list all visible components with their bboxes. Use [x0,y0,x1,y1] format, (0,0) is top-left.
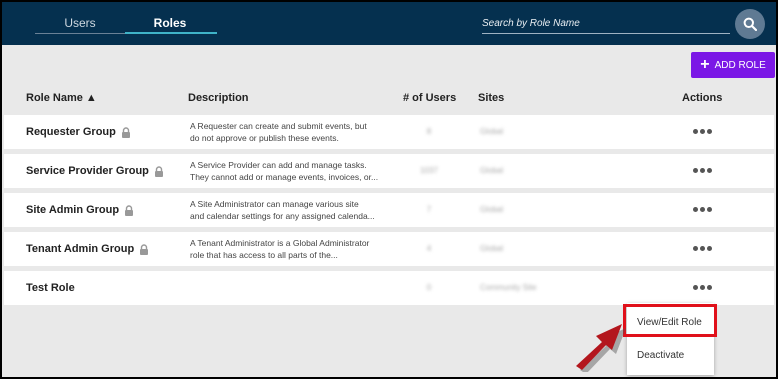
role-name-cell: Tenant Admin Group [26,243,149,255]
view-edit-role-menu-item[interactable]: View/Edit Role [623,304,717,337]
add-role-label: ADD ROLE [714,59,766,71]
description-line: A Site Administrator can manage various … [190,199,359,209]
deactivate-menu-item[interactable]: Deactivate [627,343,714,369]
role-description: A Site Administrator can manage various … [190,198,395,222]
role-name-cell: Site Admin Group [26,204,134,216]
lock-icon [140,243,149,255]
tab-users[interactable]: Users [35,16,125,30]
more-dots-icon[interactable] [690,279,714,295]
tab-roles[interactable]: Roles [125,16,215,30]
role-description: A Service Provider can add and manage ta… [190,159,395,183]
column-header-description: Description [188,92,249,104]
more-dots-icon[interactable] [690,240,714,256]
description-line: role that has access to all parts of the… [190,250,338,260]
role-name-cell: Requester Group [26,126,131,138]
description-line: and calendar settings for any assigned c… [190,211,375,221]
role-description: A Requester can create and submit events… [190,120,395,144]
add-role-button[interactable]: + ADD ROLE [691,52,775,78]
annotation-arrow-icon [576,324,626,372]
user-count: 4 [426,244,432,253]
search-button[interactable] [735,9,765,39]
actions-menu: View/Edit Role Deactivate [623,303,717,375]
lock-icon [121,126,130,138]
role-name-cell: Test Role [26,282,75,294]
user-count: 7 [426,205,432,214]
role-name: Tenant Admin Group [26,243,135,255]
table-row[interactable]: Test Role 0 Community Site [4,271,774,305]
more-dots-icon[interactable] [690,123,714,139]
user-count: 0 [426,283,432,292]
role-name-cell: Service Provider Group [26,165,164,177]
description-line: do not approve or publish these events. [190,133,339,143]
sites-value: Community Site [480,283,537,292]
lock-icon [125,204,134,216]
description-line: A Tenant Administrator is a Global Admin… [190,238,370,248]
sites-value: Global [480,166,504,175]
role-description: A Tenant Administrator is a Global Admin… [190,237,395,261]
table-row[interactable]: Tenant Admin Group A Tenant Administrato… [4,232,774,266]
lock-icon [154,165,163,177]
sites-value: Global [480,127,504,136]
table-row[interactable]: Site Admin Group A Site Administrator ca… [4,193,774,227]
top-header: Users Roles [2,2,776,45]
search-icon [743,17,757,31]
more-dots-icon[interactable] [690,162,714,178]
column-header-actions: Actions [682,92,723,104]
role-name: Site Admin Group [26,204,120,216]
table-row[interactable]: Service Provider Group A Service Provide… [4,154,774,188]
sites-value: Global [480,244,504,253]
column-header-users: # of Users [403,92,457,104]
plus-icon: + [700,56,710,73]
user-count: 1037 [420,166,438,175]
role-name: Test Role [26,282,75,294]
table-row[interactable]: Requester Group A Requester can create a… [4,115,774,149]
more-dots-icon[interactable] [690,201,714,217]
description-line: They cannot add or manage events, invoic… [190,172,379,182]
description-line: A Service Provider can add and manage ta… [190,160,367,170]
tab-active-indicator [125,32,217,34]
search-input[interactable] [482,14,730,34]
column-header-sites: Sites [478,92,505,104]
user-count: 8 [426,127,432,136]
role-name: Service Provider Group [26,165,149,177]
app-window: Users Roles + ADD ROLE Role Name ▲ Descr… [2,2,776,377]
sites-value: Global [480,205,504,214]
description-line: A Requester can create and submit events… [190,121,367,131]
role-name: Requester Group [26,126,116,138]
column-header-role-name[interactable]: Role Name ▲ [26,92,97,104]
